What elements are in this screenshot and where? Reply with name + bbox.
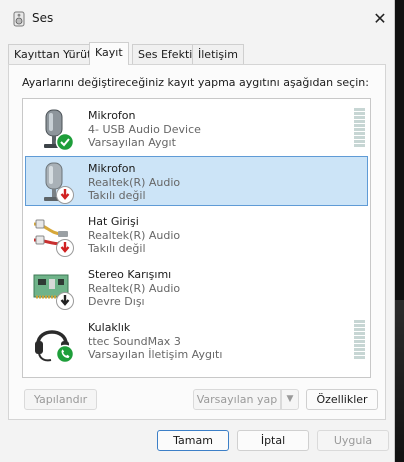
configure-button[interactable]: Yapılandır: [24, 389, 97, 410]
sound-dialog: Ses ✕ Kayıttan Yürüt Kayıt Ses Efekti İl…: [0, 0, 395, 462]
chevron-down-icon: ▼: [286, 394, 294, 404]
device-name: Hat Girişi: [88, 215, 139, 228]
tab-playback[interactable]: Kayıttan Yürüt: [8, 44, 98, 64]
recording-panel: Ayarlarını değiştireceğiniz kayıt yapma …: [8, 64, 386, 420]
device-item-realtek-microphone[interactable]: Mikrofon Realtek(R) Audio Takılı değil: [25, 156, 368, 206]
device-description: Realtek(R) Audio: [88, 176, 181, 189]
microphone-icon: [44, 162, 74, 204]
device-name: Mikrofon: [88, 162, 136, 175]
title-bar: Ses ✕: [0, 0, 394, 38]
device-list[interactable]: Mikrofon 4- USB Audio Device Varsayılan …: [22, 98, 371, 378]
tab-recording[interactable]: Kayıt: [89, 42, 129, 65]
close-icon: ✕: [373, 9, 387, 28]
device-status: Varsayılan İletişim Aygıtı: [88, 348, 223, 361]
line-in-cable-icon: [33, 219, 74, 257]
device-description: ttec SoundMax 3: [88, 335, 181, 348]
device-item-usb-microphone[interactable]: Mikrofon 4- USB Audio Device Varsayılan …: [25, 103, 368, 153]
cancel-button[interactable]: İptal: [237, 430, 309, 451]
tab-communications[interactable]: İletişim: [192, 44, 244, 64]
device-status: Devre Dışı: [88, 295, 145, 308]
window-title: Ses: [32, 11, 54, 25]
set-default-dropdown[interactable]: ▼: [281, 389, 299, 410]
level-meter: [354, 320, 365, 362]
set-default-button[interactable]: Varsayılan yap: [193, 389, 281, 410]
speaker-icon: [13, 11, 25, 27]
device-status: Takılı değil: [88, 242, 146, 255]
device-status: Varsayılan Aygıt: [88, 136, 176, 149]
background-window-edge: [395, 0, 404, 462]
instruction-text: Ayarlarını değiştireceğiniz kayıt yapma …: [22, 76, 369, 89]
headset-icon: [35, 330, 75, 364]
device-status: Takılı değil: [88, 189, 146, 202]
apply-button[interactable]: Uygula: [317, 430, 389, 451]
device-item-headset[interactable]: Kulaklık ttec SoundMax 3 Varsayılan İlet…: [25, 315, 368, 365]
device-description: 4- USB Audio Device: [88, 123, 201, 136]
device-name: Kulaklık: [88, 321, 131, 334]
check-badge-icon: [55, 132, 75, 152]
microphone-icon: [44, 109, 75, 152]
device-description: Realtek(R) Audio: [88, 229, 181, 242]
ok-button[interactable]: Tamam: [157, 430, 229, 451]
device-item-line-in[interactable]: Hat Girişi Realtek(R) Audio Takılı değil: [25, 209, 368, 259]
device-item-stereo-mix[interactable]: Stereo Karışımı Realtek(R) Audio Devre D…: [25, 262, 368, 312]
close-button[interactable]: ✕: [370, 9, 390, 29]
phone-badge-icon: [55, 344, 75, 364]
level-meter: [354, 108, 365, 150]
device-name: Mikrofon: [88, 109, 136, 122]
device-description: Realtek(R) Audio: [88, 282, 181, 295]
device-name: Stereo Karışımı: [88, 268, 172, 281]
sound-card-icon: [33, 274, 74, 310]
tab-sound-effects[interactable]: Ses Efekti: [132, 44, 199, 64]
properties-button[interactable]: Özellikler: [306, 389, 378, 410]
